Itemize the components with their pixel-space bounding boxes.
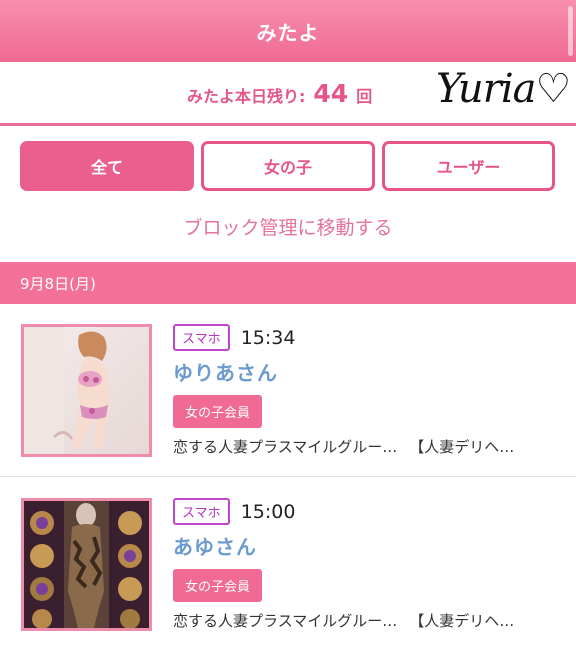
device-badge: スマホ	[173, 324, 230, 351]
filter-tabs: 全て 女の子 ユーザー	[20, 141, 555, 191]
list-item[interactable]: スマホ 15:00 あゆさん 女の子会員 恋する人妻プラスマイルグルー… 【人妻デ…	[0, 478, 576, 656]
device-badge: スマホ	[173, 498, 230, 525]
remaining-unit: 回	[356, 87, 373, 106]
remaining-count-value: 44	[313, 79, 349, 108]
member-type-badge: 女の子会員	[173, 395, 263, 428]
entry-meta: スマホ 15:34 ゆりあさん 女の子会員 恋する人妻プラスマイルグルー… 【人妻…	[173, 324, 563, 457]
shop-info: 恋する人妻プラスマイルグルー… 【人妻デリヘ…	[173, 436, 563, 457]
entry-meta: スマホ 15:00 あゆさん 女の子会員 恋する人妻プラスマイルグルー… 【人妻デ…	[173, 498, 563, 631]
user-name[interactable]: ゆりあさん	[173, 357, 563, 386]
list-item[interactable]: スマホ 15:34 ゆりあさん 女の子会員 恋する人妻プラスマイルグルー… 【人妻…	[0, 304, 576, 477]
title-bar: みたよ	[0, 0, 576, 62]
shop-category: 【人妻デリヘ…	[409, 438, 515, 456]
shop-name: 恋する人妻プラスマイルグルー…	[173, 438, 398, 456]
date-label: 9月8日(月)	[20, 274, 96, 293]
visit-time: 15:34	[240, 326, 296, 349]
shop-name: 恋する人妻プラスマイルグルー…	[173, 612, 398, 630]
profile-photo[interactable]	[21, 324, 152, 457]
remaining-count: みたよ本日残り: 44 回	[187, 79, 372, 108]
shop-info: 恋する人妻プラスマイルグルー… 【人妻デリヘ…	[173, 610, 563, 631]
tab-users[interactable]: ユーザー	[382, 141, 555, 191]
visit-time: 15:00	[240, 500, 296, 523]
profile-photo-image	[24, 327, 149, 454]
date-header: 9月8日(月)	[0, 262, 576, 304]
shop-category: 【人妻デリヘ…	[409, 612, 515, 630]
user-name[interactable]: あゆさん	[173, 531, 563, 560]
profile-photo-image	[24, 501, 149, 628]
scrollbar[interactable]	[568, 6, 573, 56]
profile-photo[interactable]	[21, 498, 152, 631]
page-title: みたよ	[256, 20, 320, 45]
signature-text: Yuria♡	[436, 66, 571, 112]
handwritten-signature: Yuria♡	[436, 66, 571, 112]
block-management-link[interactable]: ブロック管理に移動する	[0, 213, 576, 240]
tab-all[interactable]: 全て	[20, 141, 194, 191]
tab-girls[interactable]: 女の子	[201, 141, 375, 191]
member-type-badge: 女の子会員	[173, 569, 263, 602]
remaining-label: みたよ本日残り:	[187, 87, 306, 106]
